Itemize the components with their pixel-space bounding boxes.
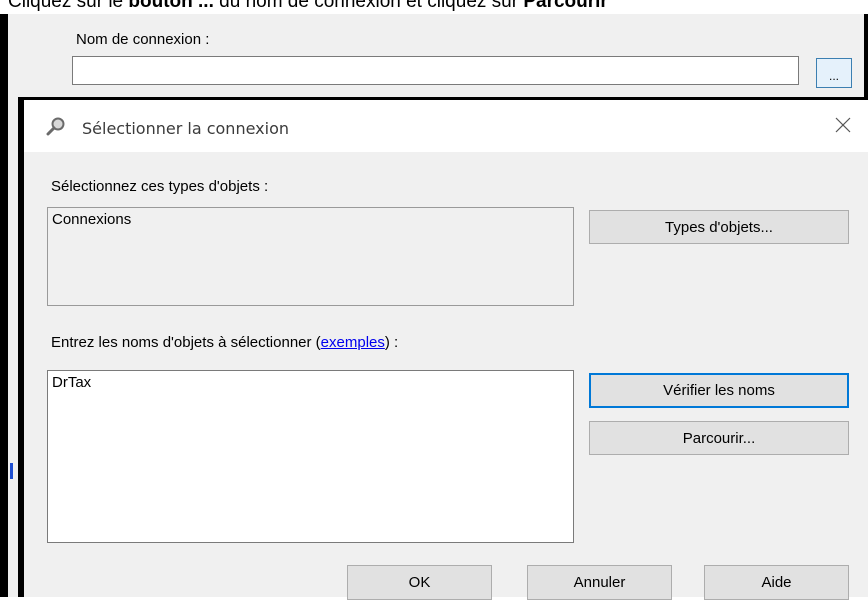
object-types-field: Connexions (47, 207, 574, 306)
login-name-input[interactable] (72, 56, 799, 85)
object-names-input[interactable]: DrTax (47, 370, 574, 543)
object-types-label: Sélectionnez ces types d'objets : (51, 178, 269, 195)
check-names-button[interactable]: Vérifier les noms (589, 373, 849, 408)
close-button[interactable] (828, 110, 858, 140)
cancel-button[interactable]: Annuler (527, 565, 672, 600)
names-label-suffix: ) : (384, 334, 399, 351)
background-marker (10, 463, 13, 479)
caption-bold-browse: Parcourir (523, 0, 608, 12)
caption-prefix: Cliquez sur le (8, 0, 129, 12)
help-button[interactable]: Aide (704, 565, 849, 600)
object-types-value: Connexions (52, 211, 132, 228)
caption-middle: du nom de connexion et cliquez sur (213, 0, 524, 12)
dialog-titlebar: Sélectionner la connexion (24, 100, 868, 152)
browse-button[interactable]: Parcourir... (589, 421, 849, 455)
names-label-prefix: Entrez les noms d'objets à sélectionner … (51, 334, 321, 351)
select-connection-dialog: Sélectionner la connexion Sélectionnez c… (18, 97, 868, 600)
browse-dots-button[interactable]: ... (816, 58, 852, 88)
names-label: Entrez les noms d'objets à sélectionner … (51, 334, 398, 351)
dialog-title: Sélectionner la connexion (82, 119, 289, 138)
magnifier-icon (46, 117, 65, 136)
object-types-button[interactable]: Types d'objets... (589, 210, 849, 244)
ok-button[interactable]: OK (347, 565, 492, 600)
caption-bold-button: bouton ... (128, 0, 214, 12)
instruction-caption: Cliquez sur le bouton ... du nom de conn… (8, 0, 608, 15)
examples-link[interactable]: exemples (321, 334, 385, 351)
object-names-value: DrTax (52, 374, 92, 391)
login-name-label: Nom de connexion : (76, 31, 210, 48)
close-icon (835, 117, 851, 133)
